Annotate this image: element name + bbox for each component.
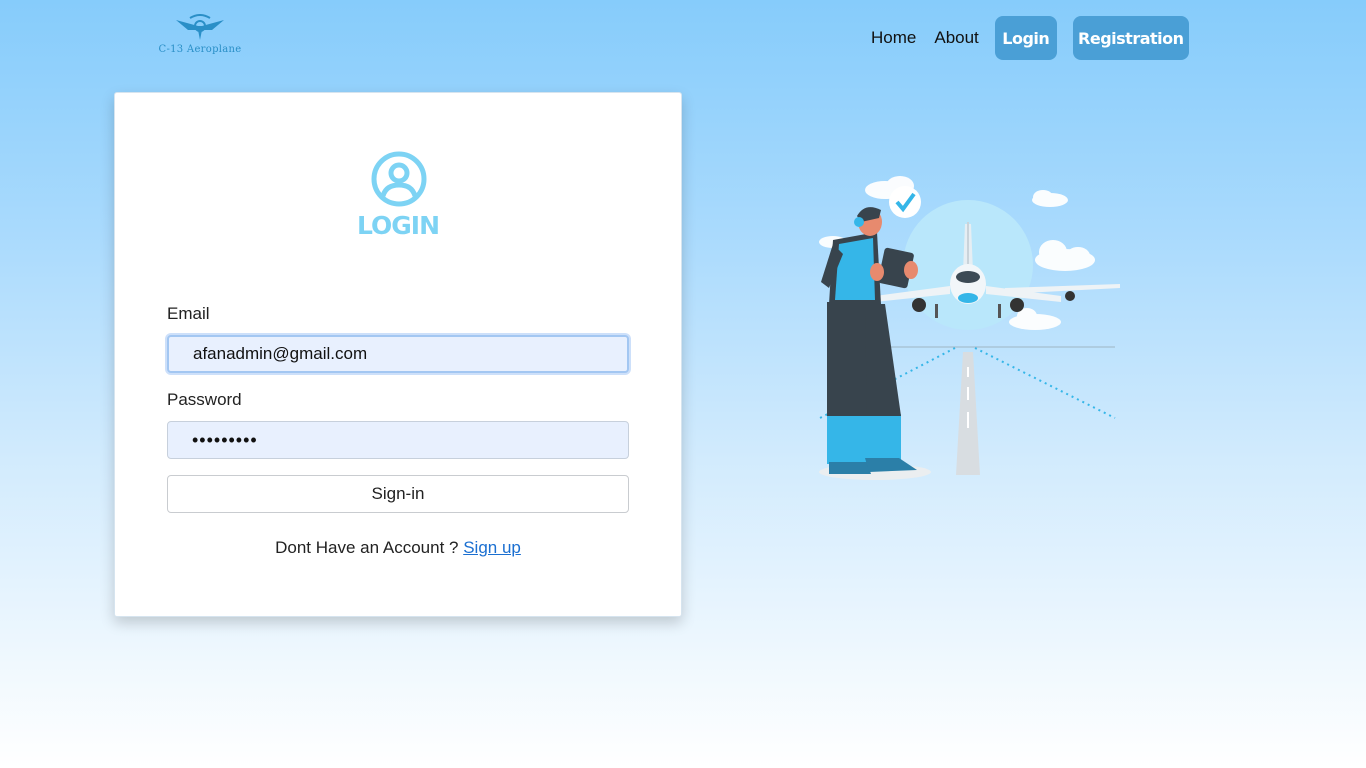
signup-link[interactable]: Sign up bbox=[463, 538, 521, 557]
nav-registration-button[interactable]: Registration bbox=[1072, 16, 1189, 60]
login-card: LOGIN Email Password Sign-in Dont Have a… bbox=[114, 92, 682, 617]
brand-name: C-13 Aeroplane bbox=[158, 44, 242, 55]
nav-login-button[interactable]: Login bbox=[994, 16, 1057, 60]
nav-about-link[interactable]: About bbox=[934, 28, 978, 48]
airport-illustration bbox=[819, 176, 1120, 480]
email-field[interactable] bbox=[167, 335, 629, 373]
brand-logo[interactable]: C-13 Aeroplane bbox=[150, 14, 250, 60]
password-field[interactable] bbox=[167, 421, 629, 459]
nav-home-link[interactable]: Home bbox=[871, 28, 916, 48]
email-label: Email bbox=[167, 304, 210, 323]
signup-row: Dont Have an Account ? Sign up bbox=[115, 538, 681, 558]
logo-icon bbox=[176, 14, 224, 40]
user-circle-icon bbox=[371, 151, 427, 207]
password-label: Password bbox=[167, 390, 242, 409]
signup-prompt: Dont Have an Account ? bbox=[275, 538, 459, 557]
login-title: LOGIN bbox=[356, 211, 440, 240]
top-nav: Home About Login Registration bbox=[862, 16, 1189, 60]
signin-button[interactable]: Sign-in bbox=[167, 475, 629, 513]
